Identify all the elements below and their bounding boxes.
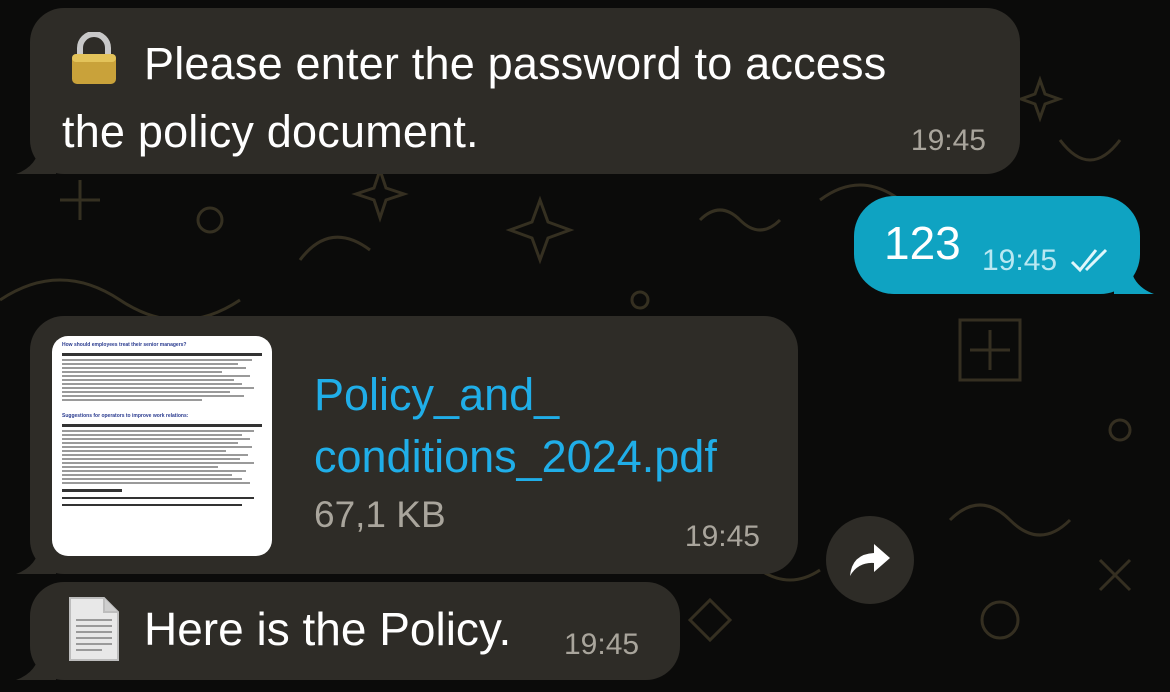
message-time: 19:45 xyxy=(982,244,1058,277)
message-text: Please enter the password to access the p… xyxy=(62,38,887,157)
incoming-message-here-is-policy[interactable]: Here is the Policy. 19:45 xyxy=(16,582,680,680)
bubble-tail xyxy=(16,650,56,680)
document-icon xyxy=(69,597,119,661)
message-text: Here is the Policy. xyxy=(144,603,512,655)
bubble-tail xyxy=(16,144,56,174)
file-size: 67,1 KB xyxy=(314,494,446,535)
message-time: 19:45 xyxy=(564,628,640,661)
thumbnail-title: How should employees treat their senior … xyxy=(62,342,187,348)
forward-arrow-icon xyxy=(850,544,890,576)
incoming-message-password-request[interactable]: Please enter the password to access the p… xyxy=(16,8,1020,174)
pdf-thumbnail[interactable]: How should employees treat their senior … xyxy=(52,336,272,556)
bubble-tail xyxy=(1114,264,1154,294)
bubble-tail xyxy=(16,544,56,574)
message-text: 123 xyxy=(884,217,961,269)
thumbnail-section-title: Suggestions for operators to improve wor… xyxy=(62,413,189,419)
incoming-file-message[interactable]: How should employees treat their senior … xyxy=(16,316,798,574)
forward-button[interactable] xyxy=(826,516,914,604)
message-time: 19:45 xyxy=(684,520,760,553)
message-time: 19:45 xyxy=(910,124,986,157)
file-name-link[interactable]: Policy_and_ conditions_2024.pdf xyxy=(314,364,784,488)
double-check-icon xyxy=(1070,248,1108,273)
outgoing-message-password[interactable]: 123 19:45 xyxy=(854,196,1154,294)
